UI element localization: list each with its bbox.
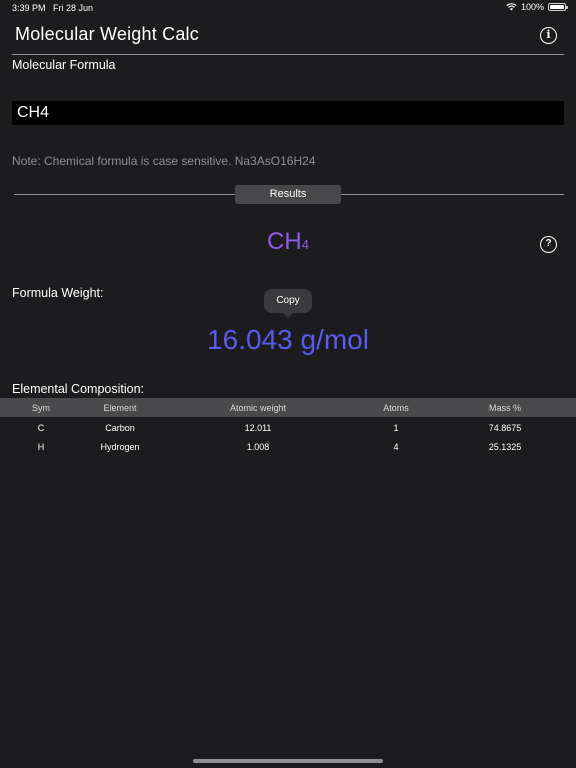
header-atomic-weight: Atomic weight — [229, 402, 287, 413]
status-bar: 3:39 PM Fri 28 Jun 100% — [0, 0, 576, 16]
cell-sym: C — [37, 423, 45, 433]
composition-table: Sym Element Atomic weight Atoms Mass % C… — [0, 398, 576, 457]
header-element: Element — [103, 402, 137, 413]
wifi-icon — [506, 3, 517, 11]
nav-divider — [12, 54, 564, 55]
cell-mass: 25.1325 — [488, 442, 522, 452]
formula-main: CH — [267, 228, 302, 255]
table-header-row: Sym Element Atomic weight Atoms Mass % — [0, 398, 576, 417]
status-right: 100% — [506, 2, 568, 12]
cell-atomic-weight: 1.008 — [246, 442, 270, 452]
status-time: 3:39 PM — [12, 3, 46, 13]
cell-atoms: 4 — [393, 442, 399, 452]
cell-element: Carbon — [105, 423, 135, 433]
header-sym: Sym — [32, 402, 50, 413]
header-mass: Mass % — [488, 402, 521, 413]
cell-mass: 74.8675 — [488, 423, 522, 433]
table-row: H Hydrogen 1.008 4 25.1325 — [0, 437, 576, 457]
header-atoms: Atoms — [383, 402, 409, 413]
status-date: Fri 28 Jun — [53, 3, 94, 13]
formula-input[interactable] — [12, 101, 564, 125]
case-sensitivity-note: Note: Chemical formula is case sensitive… — [12, 154, 316, 168]
app-screen: 3:39 PM Fri 28 Jun 100% Molecular Weight… — [0, 0, 576, 768]
question-icon[interactable]: ? — [540, 236, 557, 253]
app-title: Molecular Weight Calc — [15, 24, 199, 44]
copy-button[interactable]: Copy — [264, 289, 312, 318]
formula-subscript: 4 — [301, 237, 309, 252]
battery-icon — [548, 3, 568, 11]
table-row: C Carbon 12.011 1 74.8675 — [0, 417, 576, 437]
formula-weight-value[interactable]: 16.043 g/mol — [0, 324, 576, 356]
cell-sym: H — [37, 442, 45, 452]
formula-weight-label: Formula Weight: — [12, 286, 104, 300]
formula-label: Molecular Formula — [12, 58, 116, 72]
results-badge: Results — [235, 185, 341, 204]
composition-label: Elemental Composition: — [12, 382, 145, 396]
battery-percent: 100% — [520, 2, 544, 12]
info-icon[interactable]: i — [540, 27, 557, 44]
cell-atoms: 1 — [393, 423, 399, 433]
home-indicator[interactable] — [193, 759, 383, 763]
cell-element: Hydrogen — [100, 442, 140, 452]
cell-atomic-weight: 12.011 — [244, 423, 272, 433]
formula-display: CH4 — [0, 228, 576, 256]
